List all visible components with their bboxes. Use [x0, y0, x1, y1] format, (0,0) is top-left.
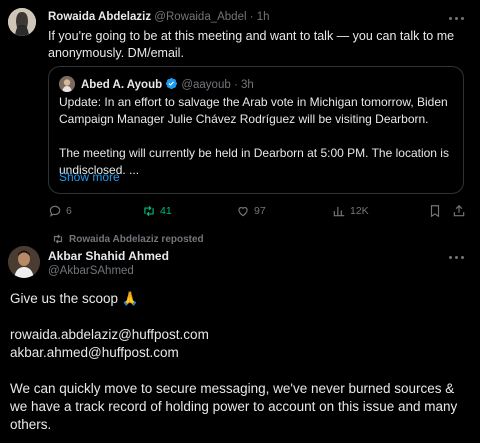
author-handle[interactable]: @Rowaida_Abdel — [154, 11, 246, 23]
bookmark-button[interactable] — [428, 203, 442, 219]
tweet-header: Akbar Shahid Ahmed @AkbarSAhmed — [48, 249, 169, 277]
separator: · — [233, 79, 238, 91]
share-icon — [453, 204, 465, 217]
share-button[interactable] — [452, 203, 466, 219]
like-button[interactable]: 97 — [236, 203, 266, 219]
view-count: 12K — [350, 205, 369, 217]
quote-header: Abed A. Ayoub @aayoub · 3h — [81, 77, 254, 91]
avatar-rowaida[interactable] — [8, 8, 36, 36]
repost-button[interactable]: 41 — [142, 203, 172, 219]
repost-indicator[interactable]: Rowaida Abdelaziz reposted — [52, 233, 204, 245]
more-options-icon[interactable] — [448, 13, 466, 23]
timestamp[interactable]: 1h — [257, 11, 270, 23]
quote-timestamp: 3h — [241, 79, 254, 91]
reply-count: 6 — [66, 205, 72, 217]
like-count: 97 — [254, 205, 266, 217]
email-link[interactable]: akbar.ahmed@huffpost.com — [10, 344, 470, 362]
author-name[interactable]: Rowaida Abdelaziz — [48, 11, 151, 23]
quote-author-handle: @aayoub — [181, 79, 231, 91]
tweet-text: If you're going to be at this meeting an… — [48, 29, 455, 60]
tweet-text: Give us the scoop 🙏 rowaida.abdelaziz@hu… — [10, 290, 470, 434]
repost-icon — [53, 234, 63, 244]
show-more-link[interactable]: Show more — [59, 170, 120, 184]
quoted-tweet[interactable]: Abed A. Ayoub @aayoub · 3h Update: In an… — [48, 66, 464, 194]
reply-icon — [49, 205, 61, 217]
tweet-line: Give us the scoop 🙏 — [10, 291, 139, 306]
views-button[interactable]: 12K — [332, 203, 369, 219]
more-options-icon[interactable] — [448, 252, 466, 262]
email-link[interactable]: rowaida.abdelaziz@huffpost.com — [10, 326, 470, 344]
separator: · — [249, 11, 254, 23]
quote-paragraph: Update: In an effort to salvage the Arab… — [59, 95, 448, 126]
tweet-actions: 6 41 97 12K — [48, 203, 468, 219]
quote-author-name: Abed A. Ayoub — [81, 79, 163, 91]
avatar-abed — [59, 76, 75, 92]
quote-text: Update: In an effort to salvage the Arab… — [59, 94, 455, 179]
heart-icon — [238, 207, 248, 217]
author-handle[interactable]: @AkbarSAhmed — [48, 265, 169, 277]
views-chart-icon — [333, 206, 345, 217]
reply-button[interactable]: 6 — [48, 203, 72, 219]
tweet-header: Rowaida Abdelaziz @Rowaida_Abdel · 1h — [48, 11, 270, 23]
bookmark-icon — [430, 205, 440, 218]
repost-count: 41 — [160, 205, 172, 217]
tweet-line: We can quickly move to secure messaging,… — [10, 381, 458, 432]
author-name[interactable]: Akbar Shahid Ahmed — [48, 249, 169, 263]
repost-label: Rowaida Abdelaziz reposted — [69, 233, 204, 245]
tweet-rowaida: Rowaida Abdelaziz @Rowaida_Abdel · 1h If… — [0, 0, 480, 228]
avatar-akbar[interactable] — [8, 246, 40, 278]
repost-icon — [144, 205, 154, 217]
verified-badge-icon — [166, 77, 178, 90]
